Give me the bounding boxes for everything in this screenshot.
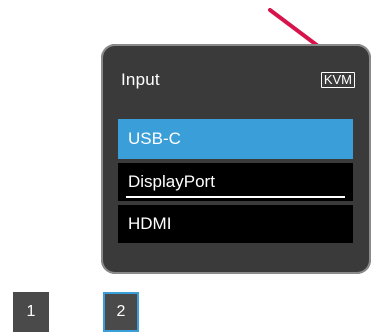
input-option-label: DisplayPort bbox=[128, 172, 215, 191]
input-option-label: HDMI bbox=[128, 214, 172, 233]
input-option-label: USB-C bbox=[128, 129, 181, 148]
osd-header: Input KVM bbox=[121, 66, 355, 94]
osd-panel: Input KVM USB-C DisplayPort HDMI bbox=[101, 44, 371, 274]
kvm-badge[interactable]: KVM bbox=[320, 72, 355, 88]
page-button-label: 2 bbox=[116, 303, 126, 320]
page-button-1[interactable]: 1 bbox=[13, 292, 49, 332]
stage: Input KVM USB-C DisplayPort HDMI 1 2 bbox=[0, 0, 371, 334]
input-option-displayport[interactable]: DisplayPort bbox=[118, 163, 353, 201]
page-button-2[interactable]: 2 bbox=[103, 292, 139, 332]
input-list: USB-C DisplayPort HDMI bbox=[118, 119, 353, 247]
input-option-usb-c[interactable]: USB-C bbox=[118, 119, 353, 159]
input-option-hdmi[interactable]: HDMI bbox=[118, 205, 353, 243]
osd-title: Input bbox=[121, 70, 160, 89]
page-button-label: 1 bbox=[26, 303, 36, 320]
